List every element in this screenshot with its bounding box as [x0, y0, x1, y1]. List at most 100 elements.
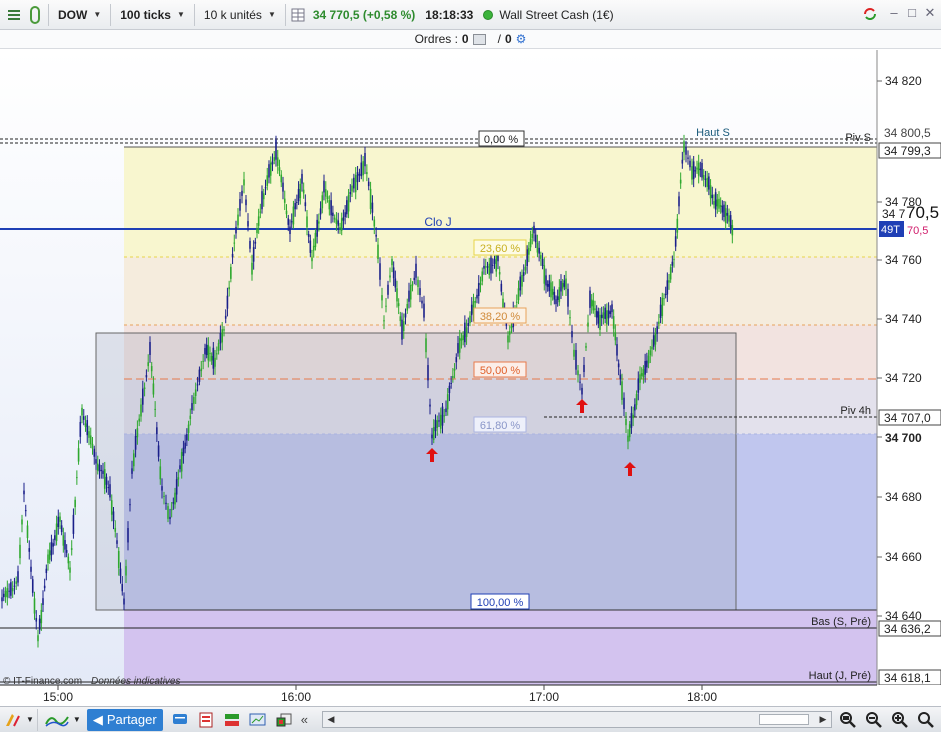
candle-body	[652, 335, 655, 347]
horizontal-scrollbar[interactable]: ◀ ▶	[322, 711, 832, 728]
scroll-thumb[interactable]	[759, 714, 809, 725]
candle-body	[585, 346, 587, 348]
buy-sell-icon[interactable]	[221, 710, 243, 730]
candle-body	[226, 295, 229, 309]
menu-icon[interactable]	[3, 2, 25, 28]
candle-body	[602, 312, 605, 319]
candle-body	[200, 368, 203, 372]
candle-body	[541, 258, 544, 266]
scroll-right-arrow[interactable]: ▶	[816, 713, 830, 726]
y-tick: 34 740	[885, 312, 922, 326]
candle-body	[1, 597, 3, 602]
candle-body	[729, 215, 732, 229]
zoom-in-icon[interactable]	[889, 710, 911, 730]
candle-body	[397, 303, 400, 307]
candle-body	[143, 387, 146, 390]
candle-body	[202, 360, 204, 362]
scroll-left-icon[interactable]: «	[301, 712, 308, 727]
candle-body	[10, 582, 12, 596]
instrument-name: Wall Street Cash (1€)	[499, 7, 614, 22]
candle-body	[326, 196, 329, 200]
candle-body	[252, 247, 255, 262]
refresh-icon[interactable]	[862, 6, 876, 20]
candle-body	[569, 317, 571, 319]
candle-body	[123, 598, 125, 605]
zoom-reset-icon[interactable]	[915, 710, 937, 730]
maximize-icon[interactable]: □	[905, 6, 919, 20]
candle-body	[59, 516, 61, 522]
close-icon[interactable]: ✕	[923, 6, 937, 20]
candle-body	[685, 147, 687, 155]
chevron-down-icon[interactable]: ▼	[73, 715, 81, 724]
window-icon[interactable]	[247, 710, 269, 730]
candle-body	[219, 333, 222, 344]
candle-body	[687, 157, 689, 159]
zoom-out-icon[interactable]	[863, 710, 885, 730]
candle-body	[681, 159, 684, 164]
candle-body	[515, 301, 518, 303]
top-toolbar: DOW ▼ 100 ticks ▼ 10 k unités ▼ 34 770,5…	[0, 0, 941, 30]
candle-body	[469, 315, 471, 323]
candle-body	[658, 321, 660, 324]
candle-body	[637, 378, 640, 393]
compare-icon[interactable]	[273, 710, 295, 730]
candle-body	[595, 310, 598, 318]
candle-body	[319, 208, 322, 215]
draw-tool-icon[interactable]	[2, 710, 24, 730]
candle-body	[209, 353, 211, 355]
candle-body	[340, 218, 343, 231]
grid-icon[interactable]	[289, 2, 307, 28]
minimize-icon[interactable]: –	[887, 6, 901, 20]
candle-body	[64, 540, 66, 550]
candle-body	[43, 585, 46, 589]
candle-body	[689, 160, 691, 168]
price-chart[interactable]: 0,00 % 23,60 % 38,20 % 50,00 % 61,80 % 1…	[0, 50, 941, 705]
candle-body	[462, 335, 464, 341]
candle-body	[169, 516, 171, 520]
candle-body	[697, 162, 700, 176]
chevron-down-icon[interactable]: ▼	[26, 715, 34, 724]
candle-body	[477, 283, 480, 296]
candle-body	[609, 311, 612, 314]
scroll-left-arrow[interactable]: ◀	[324, 713, 338, 726]
candle-body	[269, 162, 272, 176]
candle-body	[117, 551, 120, 569]
chart-area[interactable]: 0,00 % 23,60 % 38,20 % 50,00 % 61,80 % 1…	[0, 50, 941, 705]
candle-body	[635, 394, 638, 406]
candle-body	[170, 509, 173, 511]
candle-body	[726, 212, 729, 216]
toolbar-divider	[48, 3, 49, 26]
candle-body	[678, 196, 680, 207]
candle-body	[385, 305, 387, 307]
candle-body	[723, 204, 725, 218]
pink-price: 70,5	[907, 225, 928, 237]
candle-body	[138, 418, 140, 422]
settings-icon[interactable]: ⚙	[516, 32, 527, 46]
instrument-dropdown[interactable]: DOW ▼	[52, 3, 107, 27]
share-button[interactable]: ◀ Partager	[86, 708, 163, 731]
candle-body	[221, 329, 223, 343]
order-book-icon[interactable]	[195, 710, 217, 730]
candle-body	[448, 385, 451, 394]
candle-body	[275, 139, 277, 160]
indicator-icon[interactable]	[43, 710, 71, 730]
chat-icon[interactable]	[169, 710, 191, 730]
candle-body	[282, 182, 284, 192]
candle-body	[175, 479, 178, 495]
tick-dropdown[interactable]: 100 ticks ▼	[114, 3, 191, 27]
order-list-icon[interactable]	[472, 33, 486, 45]
candle-body	[62, 535, 65, 546]
candle-body	[301, 173, 303, 184]
fib-label-0: 0,00 %	[484, 134, 518, 146]
candle-body	[354, 174, 357, 193]
candle-body	[194, 389, 197, 397]
link-icon[interactable]	[25, 2, 45, 28]
candle-body	[193, 396, 195, 404]
candle-body	[237, 214, 239, 226]
candle-body	[131, 468, 133, 474]
volume-dropdown[interactable]: 10 k unités ▼	[198, 3, 282, 27]
chevron-down-icon: ▼	[93, 10, 102, 19]
zoom-auto-icon[interactable]	[837, 710, 859, 730]
candle-body	[297, 188, 300, 202]
candle-body	[467, 322, 470, 327]
